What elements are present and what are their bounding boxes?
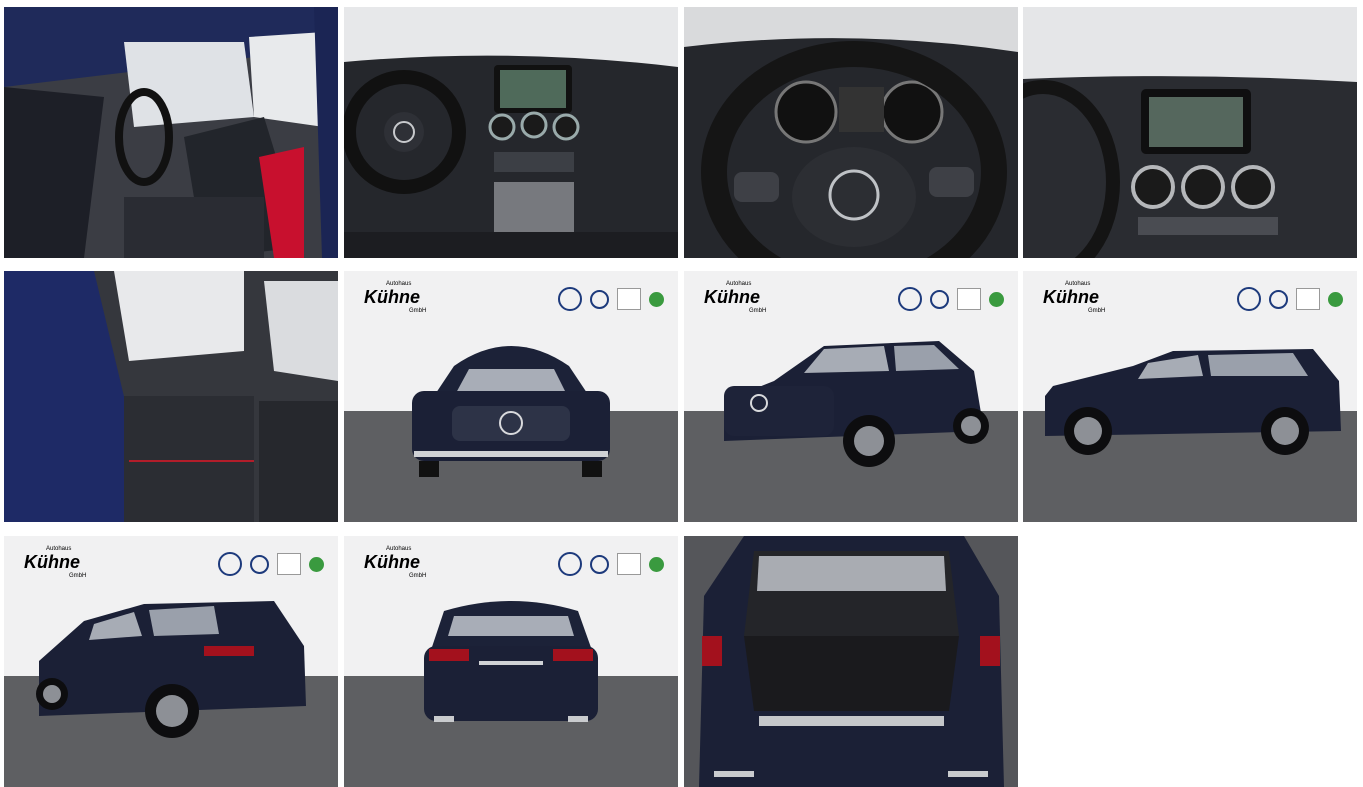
- vw-nutzfahrzeuge-logo-icon: [590, 554, 609, 574]
- photo-thumbnail-dashboard[interactable]: [344, 7, 678, 258]
- dealer-logo: Autohaus Kühne GmbH: [1043, 281, 1106, 314]
- photo-thumbnail-trunk-open[interactable]: [684, 536, 1018, 787]
- brand-logos: [558, 287, 664, 311]
- center-console-image: [1023, 7, 1357, 258]
- photo-thumbnail-exterior-front-quarter[interactable]: Autohaus Kühne GmbH: [684, 271, 1018, 522]
- vw-nutzfahrzeuge-logo-icon: [930, 289, 949, 309]
- steering-wheel-image: [684, 7, 1018, 258]
- brand-logos: [218, 552, 324, 576]
- photo-thumbnail-exterior-side[interactable]: Autohaus Kühne GmbH: [1023, 271, 1357, 522]
- skoda-service-logo-icon: [649, 291, 664, 307]
- photo-thumbnail-rear-seats[interactable]: [4, 271, 338, 522]
- front-interior-image: [4, 7, 338, 258]
- audi-service-logo-icon: [617, 553, 641, 575]
- photo-thumbnail-exterior-rear[interactable]: Autohaus Kühne GmbH: [344, 536, 678, 787]
- photo-thumbnail-exterior-rear-quarter[interactable]: Autohaus Kühne GmbH: [4, 536, 338, 787]
- vw-logo-icon: [558, 552, 582, 576]
- rear-seats-image: [4, 271, 338, 522]
- photo-thumbnail-steering-wheel[interactable]: [684, 7, 1018, 258]
- skoda-service-logo-icon: [649, 556, 664, 572]
- skoda-service-logo-icon: [989, 291, 1004, 307]
- photo-thumbnail-center-console[interactable]: [1023, 7, 1357, 258]
- audi-service-logo-icon: [1296, 288, 1320, 310]
- dealer-logo: Autohaus Kühne GmbH: [704, 281, 767, 314]
- dealer-logo: Autohaus Kühne GmbH: [364, 281, 427, 314]
- brand-logos: [1237, 287, 1343, 311]
- vw-logo-icon: [558, 287, 582, 311]
- skoda-service-logo-icon: [1328, 291, 1343, 307]
- vw-nutzfahrzeuge-logo-icon: [1269, 289, 1288, 309]
- audi-service-logo-icon: [277, 553, 301, 575]
- trunk-open-image: [684, 536, 1018, 787]
- skoda-service-logo-icon: [309, 556, 324, 572]
- brand-logos: [898, 287, 1004, 311]
- vw-logo-icon: [218, 552, 242, 576]
- vw-nutzfahrzeuge-logo-icon: [590, 289, 609, 309]
- dealer-logo: Autohaus Kühne GmbH: [24, 546, 87, 579]
- dealer-logo: Autohaus Kühne GmbH: [364, 546, 427, 579]
- brand-logos: [558, 552, 664, 576]
- audi-service-logo-icon: [617, 288, 641, 310]
- vw-nutzfahrzeuge-logo-icon: [250, 554, 269, 574]
- dashboard-image: [344, 7, 678, 258]
- photo-thumbnail-front-interior[interactable]: [4, 7, 338, 258]
- vw-logo-icon: [898, 287, 922, 311]
- audi-service-logo-icon: [957, 288, 981, 310]
- photo-thumbnail-exterior-front[interactable]: Autohaus Kühne GmbH: [344, 271, 678, 522]
- vw-logo-icon: [1237, 287, 1261, 311]
